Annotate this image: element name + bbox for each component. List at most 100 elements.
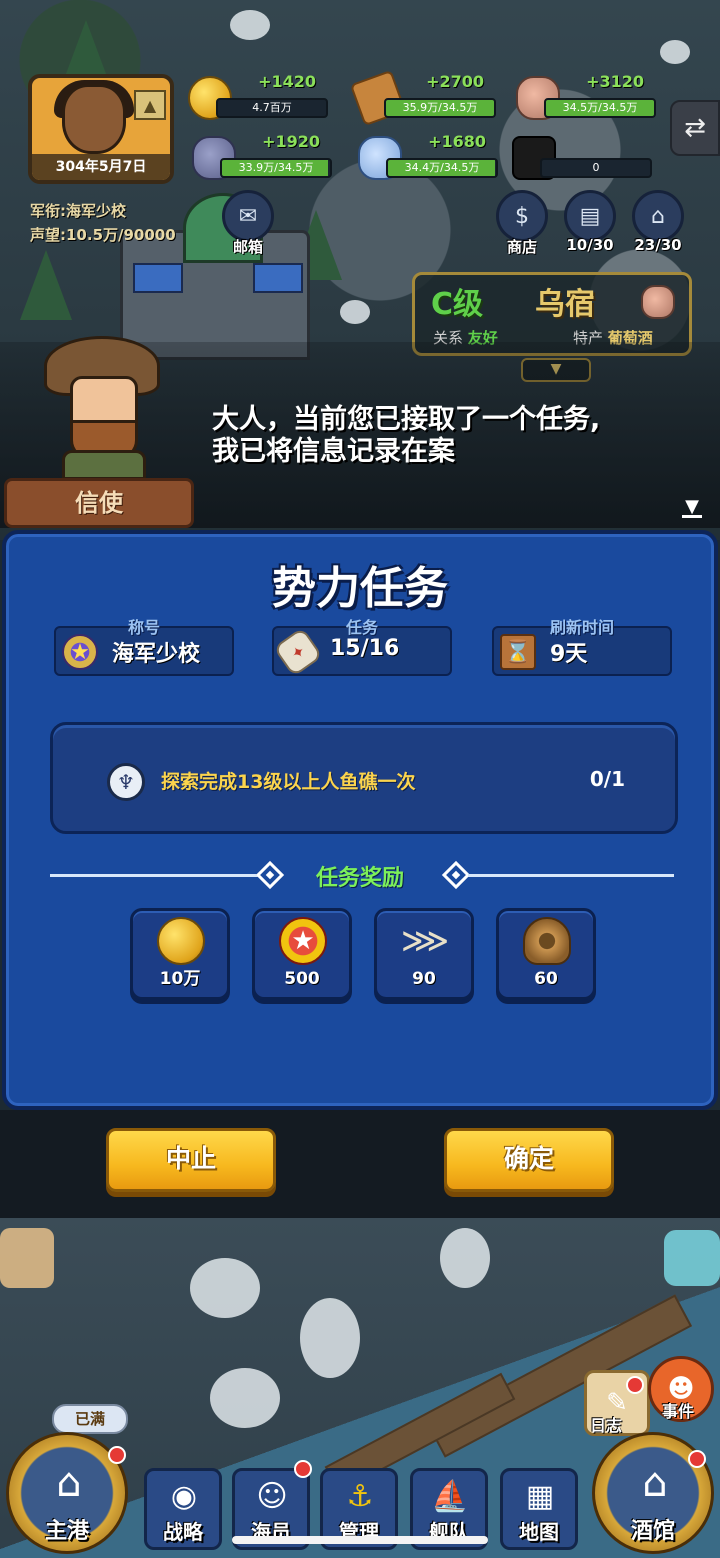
wine-ore-icon — [641, 285, 675, 319]
reward-fish-bone[interactable]: ⋙ 90 — [374, 908, 474, 1000]
skip-icon[interactable]: ▼ — [682, 496, 702, 518]
snow-bush — [340, 300, 370, 324]
dialog-text: 大人，当前您已接取了一个任务, 我已将信息记录在案 — [212, 404, 600, 468]
resource-amount: 35.9万/34.5万 — [402, 101, 478, 114]
resource-bar: 0 — [540, 158, 652, 178]
shop-button[interactable]: $ — [496, 190, 548, 242]
game-date: 304年5月7日 — [32, 154, 170, 180]
sailor-icon: ☺ — [256, 1479, 288, 1514]
quest-item[interactable]: ♆ 探索完成13级以上人鱼礁一次 0/1 — [50, 722, 678, 834]
stat-refresh-time: 刷新时间 ⌛ 9天 — [492, 618, 672, 676]
snow-tree — [440, 1228, 490, 1288]
reward-rope[interactable]: 60 — [496, 908, 596, 1000]
reward-value: 10万 — [159, 969, 201, 989]
faction-quest-panel: 势力任务 称号 ★ 海军少校 任务 ✦ 15/16 刷新时间 ⌛ 9天 ♆ 探索… — [2, 530, 718, 1110]
resource-gold[interactable]: +1420 4.7百万 — [188, 72, 328, 122]
storage-full-badge: 已满 — [52, 1404, 128, 1434]
harbor-building-icon: ⌂ — [56, 1460, 82, 1506]
log-label: 日志 — [589, 1416, 622, 1435]
dog-character — [0, 1228, 54, 1288]
abort-button[interactable]: 中止 — [106, 1128, 276, 1192]
reward-medal[interactable]: ★ 500 — [252, 908, 352, 1000]
resource-amount: 0 — [592, 161, 600, 174]
resource-scholar[interactable]: 0 — [512, 136, 652, 182]
level-up-icon[interactable]: ▲ — [134, 90, 166, 120]
reward-value: 500 — [284, 969, 320, 989]
ship-icon: ⛵ — [431, 1479, 469, 1514]
messenger-portrait — [44, 330, 164, 480]
panel-title: 势力任务 — [272, 563, 448, 614]
notification-dot — [688, 1450, 706, 1468]
player-avatar[interactable]: ▲ 304年5月7日 — [28, 74, 174, 184]
mail-label: 邮箱 — [232, 238, 263, 256]
snow-tree — [300, 1298, 360, 1378]
notification-dot — [294, 1460, 312, 1478]
nav-strategy[interactable]: ◉ 战略 — [144, 1468, 222, 1550]
resource-crystal[interactable]: +1680 34.4万/34.5万 — [358, 132, 498, 182]
hourglass-icon: ⌛ — [500, 634, 536, 670]
resource-amount: 34.4万/34.5万 — [404, 161, 480, 174]
speaker-nameplate: 信使 — [4, 478, 194, 528]
knapsack-icon: ⌂ — [651, 203, 665, 229]
money-bag-icon: $ — [515, 203, 529, 229]
stat-value: 海军少校 — [112, 642, 201, 667]
city-grade: C级 — [431, 287, 484, 322]
resource-gain: +1680 — [428, 132, 486, 151]
quest-description: 探索完成13级以上人鱼礁一次 — [161, 771, 416, 793]
rope-icon — [523, 917, 571, 965]
divider-line — [468, 874, 674, 877]
confirm-button[interactable]: 确定 — [444, 1128, 614, 1192]
pine-tree — [20, 250, 72, 320]
city-name: 乌宿 — [535, 287, 595, 322]
swap-arrows-icon[interactable]: ⇄ — [670, 100, 720, 156]
resource-wood[interactable]: +2700 35.9万/34.5万 — [349, 69, 496, 127]
reward-value: 90 — [412, 969, 436, 989]
book-icon: ▤ — [579, 203, 601, 229]
stat-value: 15/16 — [330, 636, 400, 661]
resource-bar: 34.4万/34.5万 — [386, 158, 498, 178]
map-icon: ▦ — [525, 1479, 555, 1514]
rank-badge-icon: ★ — [62, 634, 98, 670]
mermaid-icon: ♆ — [107, 763, 145, 801]
resource-amount: 34.5万/34.5万 — [562, 101, 638, 114]
snow-bush — [660, 40, 690, 64]
resource-bar: 4.7百万 — [216, 98, 328, 118]
stat-title: 称号 ★ 海军少校 — [54, 618, 234, 676]
home-indicator[interactable] — [232, 1536, 488, 1544]
military-rank: 军衔:海军少校 — [30, 202, 126, 220]
dialog-line: 大人，当前您已接取了一个任务, — [212, 404, 601, 435]
snow-bush — [230, 10, 270, 40]
resource-stone[interactable]: +3120 34.5万/34.5万 — [516, 72, 656, 122]
resource-amount: 33.9万/34.5万 — [238, 161, 314, 174]
resource-bar: 34.5万/34.5万 — [544, 98, 656, 118]
mail-button[interactable]: ✉ — [222, 190, 274, 242]
gold-coin-icon — [157, 917, 205, 965]
fame-value: 声望:10.5万/90000 — [30, 226, 176, 244]
book-button[interactable]: ▤ — [564, 190, 616, 242]
reward-gold[interactable]: 10万 — [130, 908, 230, 1000]
resource-amount: 4.7百万 — [252, 101, 292, 114]
resource-iron[interactable]: +1920 33.9万/34.5万 — [192, 132, 332, 182]
dialog-line: 我已将信息记录在案 — [212, 436, 455, 467]
nav-label: 地图 — [519, 1520, 559, 1544]
snow-tree — [210, 1368, 280, 1428]
avatar-face — [62, 84, 126, 154]
nav-map[interactable]: ▦ 地图 — [500, 1468, 578, 1550]
medal-icon: ★ — [279, 917, 327, 965]
reward-value: 60 — [534, 969, 558, 989]
shop-label: 商店 — [506, 238, 537, 256]
envelope-icon: ✉ — [238, 203, 258, 229]
resource-gain: +1920 — [262, 132, 320, 151]
book-count: 10/30 — [566, 236, 614, 254]
crew-bag-button[interactable]: ⌂ — [632, 190, 684, 242]
stat-quest-count: 任务 ✦ 15/16 — [272, 618, 452, 678]
nav-label: 战略 — [163, 1520, 203, 1544]
fish-bone-icon: ⋙ — [400, 921, 450, 961]
resource-bar: 33.9万/34.5万 — [220, 158, 332, 178]
tavern-building-icon: ⌂ — [642, 1460, 668, 1506]
nav-label: 酒馆 — [630, 1519, 675, 1544]
stat-value: 9天 — [550, 642, 588, 667]
anchor-icon: ⚓ — [346, 1479, 374, 1514]
event-label: 事件 — [661, 1402, 694, 1421]
notification-dot — [626, 1376, 644, 1394]
